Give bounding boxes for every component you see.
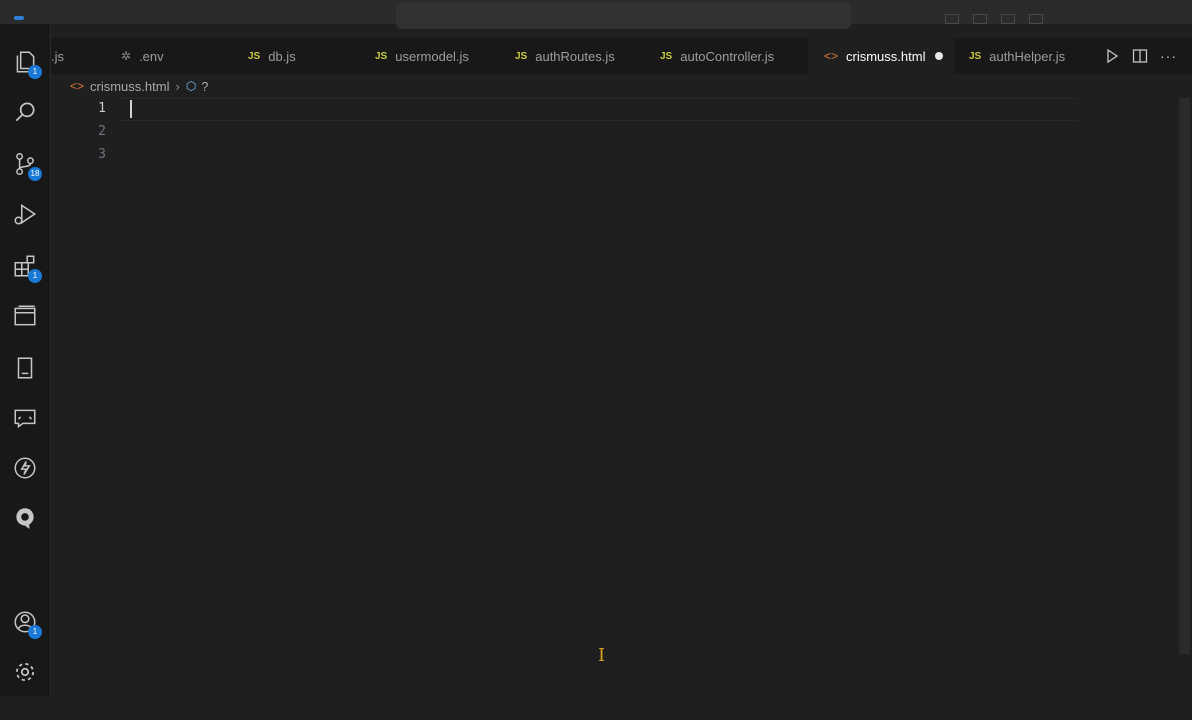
more-actions-icon[interactable]: ··· [1160,48,1177,64]
line-number: 3 [98,147,106,162]
run-debug-icon [14,203,37,225]
source-control-button[interactable]: 18 [0,142,50,186]
editor-tab-bar: .js ✲ .env JS db.js JS usermodel.js JS a… [51,38,1192,74]
remote-explorer-button[interactable] [0,294,50,338]
manage-button[interactable] [0,650,50,694]
panel-toggle-icon[interactable] [973,14,987,24]
tab-label: usermodel.js [395,48,469,64]
search-icon [15,102,35,122]
tab-autocontroller-js[interactable]: JS autoController.js [660,38,805,74]
chat-button[interactable] [0,396,50,440]
accounts-button[interactable]: 1 [0,600,50,644]
vertical-scrollbar[interactable] [1179,98,1190,654]
chat-icon [14,409,36,429]
gitlens-button[interactable] [0,496,50,540]
title-bar-indicator [14,16,24,20]
tab-crismuss-html[interactable]: <> crismuss.html [808,38,954,74]
run-debug-button[interactable] [0,192,50,236]
gitlens-icon [16,508,34,529]
accounts-badge: 1 [28,625,42,639]
breadcrumb: <> crismuss.html › ⬡ ? [70,76,209,96]
tab-label: .env [139,48,164,64]
extensions-badge: 1 [28,269,42,283]
html-icon: <> [824,49,839,63]
js-icon: JS [248,50,261,62]
editor-actions: ··· [1104,38,1177,74]
js-icon: JS [660,50,673,62]
html-icon: <> [70,79,85,93]
line-number-gutter: 1 2 3 [58,97,106,166]
gear-icon [16,663,34,681]
tab-label: authHelper.js [989,48,1066,64]
js-icon: JS [969,50,982,62]
sidebar-toggle-icon[interactable] [1001,14,1015,24]
tab-label: db.js [268,48,296,64]
explorer-badge: 1 [28,65,42,79]
unsaved-changes-dot[interactable] [935,52,944,60]
tab-label: .js [51,48,64,64]
thunder-client-button[interactable] [0,446,50,490]
tab-authroutes-js[interactable]: JS authRoutes.js [515,38,645,74]
notebook-button[interactable] [0,346,50,390]
tab-label: autoController.js [680,48,775,64]
tab-env[interactable]: ✲ .env [121,38,221,74]
tab-label: authRoutes.js [535,48,615,64]
line-number: 2 [98,124,106,139]
line-number: 1 [98,101,106,116]
tab-authhelper-js[interactable]: JS authHelper.js [969,38,1099,74]
title-bar [0,0,1192,29]
source-control-badge: 18 [28,167,42,181]
split-editor-icon[interactable] [1132,48,1148,64]
tab-js[interactable]: .js [51,38,101,74]
js-icon: JS [515,50,528,62]
activity-bar: 1 18 1 1 [0,24,51,696]
layout-toggle-icon[interactable] [945,14,959,24]
book-icon [17,357,33,379]
customize-layout-icon[interactable] [1029,14,1043,24]
search-button[interactable] [0,90,50,134]
tab-label: crismuss.html [846,48,926,64]
tab-usermodel-js[interactable]: JS usermodel.js [375,38,505,74]
remote-explorer-icon [14,305,36,326]
explorer-button[interactable]: 1 [0,40,50,84]
js-icon: JS [375,50,388,62]
chevron-right-icon: › [175,78,180,94]
ibeam-cursor-icon: I [598,645,606,666]
lightning-icon [14,457,36,479]
symbol-icon: ⬡ [185,79,197,93]
breadcrumb-file[interactable]: crismuss.html [90,79,169,94]
breadcrumb-symbol[interactable]: ? [201,79,208,94]
run-icon[interactable] [1104,48,1120,64]
extensions-button[interactable]: 1 [0,244,50,288]
tab-db-js[interactable]: JS db.js [248,38,358,74]
command-center-search[interactable] [396,3,851,29]
editor-text-area[interactable] [120,97,1175,692]
gear-icon: ✲ [121,49,132,63]
